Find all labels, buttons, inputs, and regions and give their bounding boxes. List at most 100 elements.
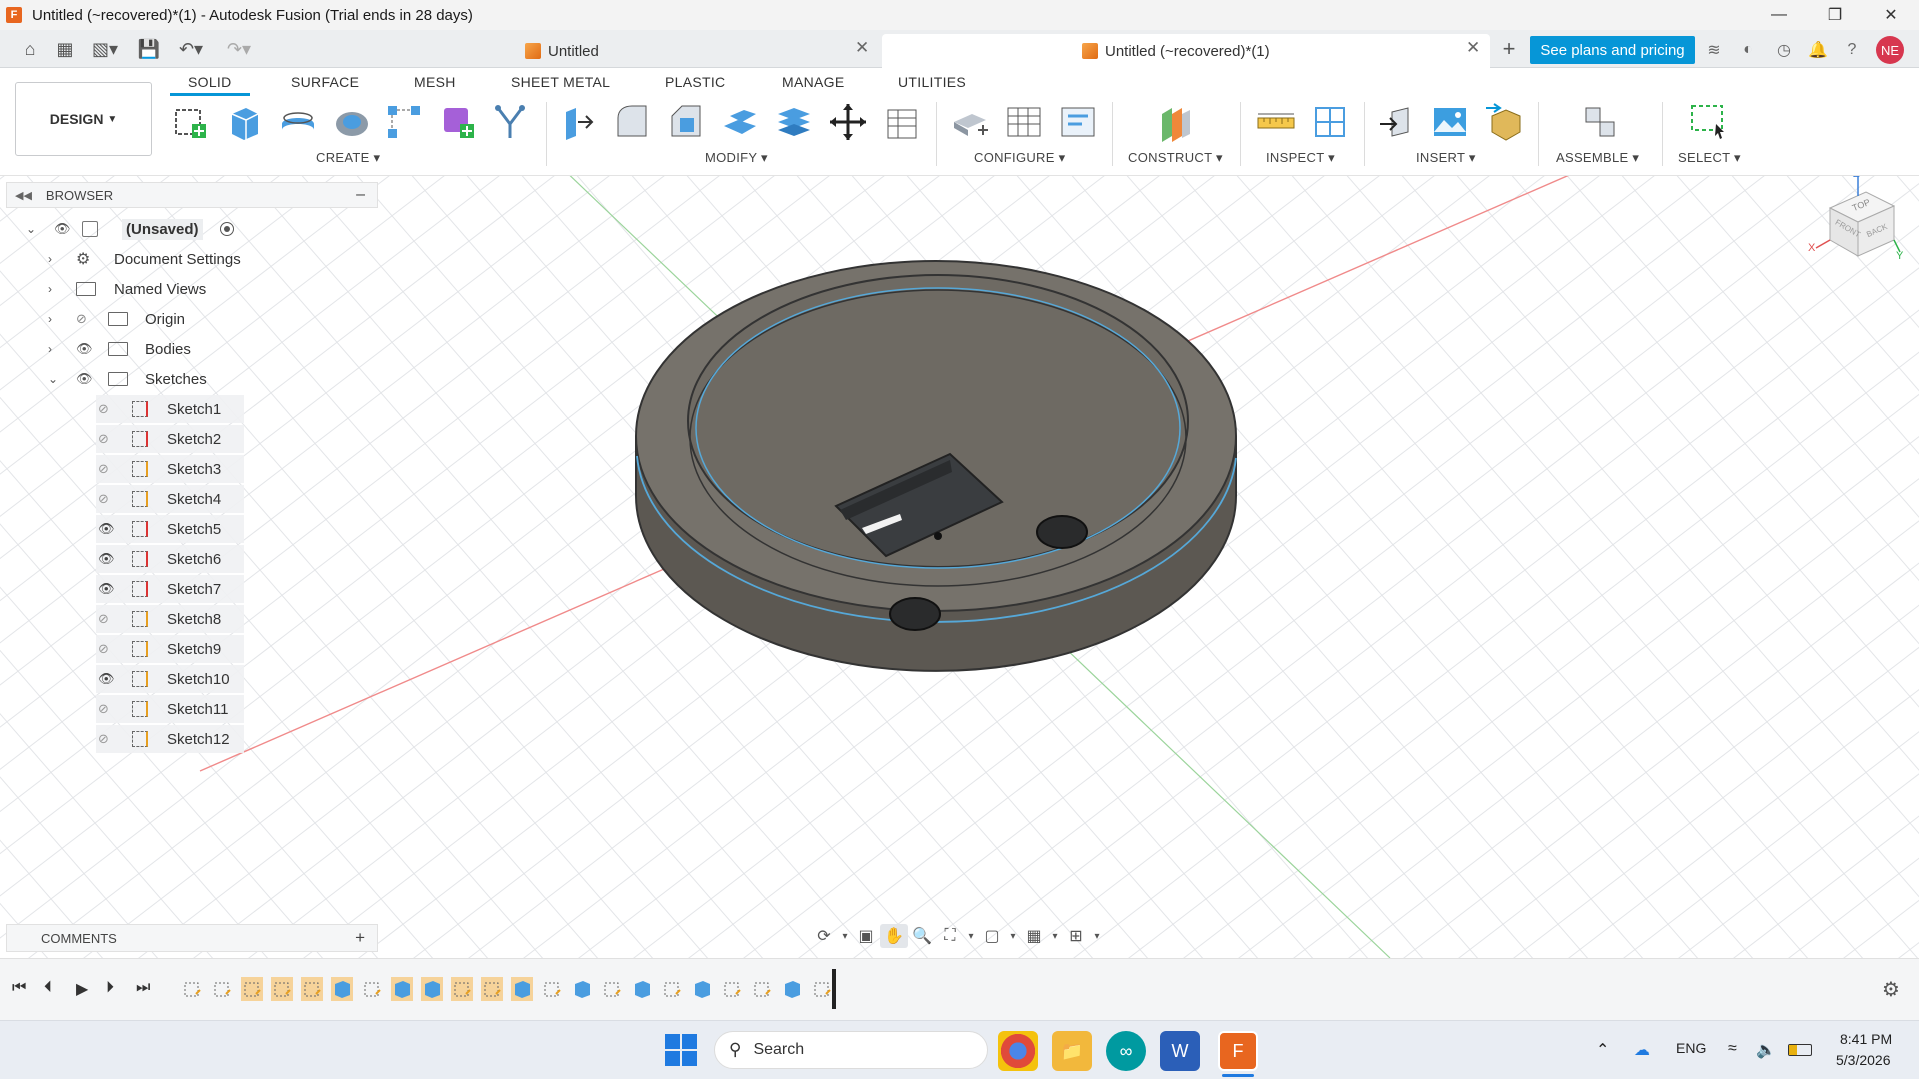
apps-grid-icon[interactable]: ▦ [53,38,77,60]
eye-icon[interactable]: 👁 [54,221,71,237]
timeline-extrude-feature[interactable] [631,977,653,1001]
taskbar-search-box[interactable]: ⚲ Search [714,1031,988,1069]
tree-root[interactable]: ⌄ 👁 (Unsaved) [6,216,378,242]
fillet-icon[interactable] [612,102,652,142]
configuration-rules-icon[interactable] [1058,102,1098,142]
timeline-marker[interactable] [832,969,836,1009]
chevron-right-icon[interactable]: › [48,252,52,266]
see-plans-button[interactable]: See plans and pricing [1530,36,1695,64]
insert-derive-icon[interactable] [1378,102,1418,142]
timeline-extrude-feature[interactable] [691,977,713,1001]
eye-hidden-icon[interactable]: ⊘ [98,611,109,627]
tree-item-sketch[interactable]: ⊘ Sketch3 [6,455,378,483]
tab-solid[interactable]: SOLID [170,74,249,96]
tab-untitled-recovered[interactable]: Untitled (~recovered)*(1) [882,34,1490,68]
timeline-sketch-feature[interactable] [481,977,503,1001]
move-copy-icon[interactable] [828,102,868,142]
chevron-down-icon[interactable]: ▾ [1006,924,1020,948]
language-indicator[interactable]: ENG [1676,1040,1706,1056]
construct-group-label[interactable]: CONSTRUCT ▾ [1128,150,1223,166]
eye-hidden-icon[interactable]: ⊘ [98,461,109,477]
insert-canvas-icon[interactable] [1430,102,1470,142]
tab-sheet-metal[interactable]: SHEET METAL [511,74,610,90]
tree-item-sketch[interactable]: ⊘ Sketch11 [6,695,378,723]
timeline-extrude-feature[interactable] [511,977,533,1001]
chevron-down-icon[interactable]: ⌄ [48,372,58,386]
add-comment-plus-icon[interactable]: + [355,928,365,948]
go-to-end-icon[interactable]: ⏭ [136,979,150,997]
eye-hidden-icon[interactable]: ⊘ [98,701,109,717]
chevron-right-icon[interactable]: › [48,312,52,326]
interference-icon[interactable] [1310,102,1350,142]
chevron-right-icon[interactable]: › [48,342,52,356]
modify-group-label[interactable]: MODIFY ▾ [705,150,768,166]
timeline-sketch-feature[interactable] [241,977,263,1001]
timeline-extrude-feature[interactable] [391,977,413,1001]
timeline-sketch-feature[interactable] [811,977,833,1001]
recent-history-icon[interactable]: ◷ [1772,38,1796,62]
eye-icon[interactable]: 👁 [98,671,115,687]
file-explorer-icon[interactable]: 📁 [1052,1031,1092,1071]
tab-manage[interactable]: MANAGE [782,74,844,90]
eye-hidden-icon[interactable]: ⊘ [98,491,109,507]
job-status-icon[interactable]: ◐ [1736,38,1760,62]
collapse-panel-icon[interactable]: ◀◀ [15,189,32,202]
parameters-table-icon[interactable] [882,102,922,142]
eye-hidden-icon[interactable]: ⊘ [98,641,109,657]
tree-item-sketches[interactable]: ⌄ 👁 Sketches [6,366,378,392]
tree-item-sketch[interactable]: 👁 Sketch10 [6,665,378,693]
timeline-extrude-feature[interactable] [421,977,443,1001]
close-tab-icon[interactable]: ✕ [855,38,869,58]
eye-hidden-icon[interactable]: ⊘ [98,731,109,747]
timeline-settings-gear-icon[interactable]: ⚙ [1882,977,1900,1002]
timeline-sketch-feature[interactable] [751,977,773,1001]
clock-time[interactable]: 8:41 PM [1840,1031,1892,1047]
tree-item-sketch[interactable]: ⊘ Sketch1 [6,395,378,423]
minimize-panel-icon[interactable]: – [356,186,365,204]
combine-icon[interactable] [774,102,814,142]
timeline-sketch-feature[interactable] [661,977,683,1001]
undo-icon[interactable]: ↶▾ [174,38,208,60]
tab-surface[interactable]: SURFACE [291,74,359,90]
timeline-sketch-feature[interactable] [601,977,623,1001]
fit-icon[interactable]: ⛶ [936,924,964,948]
step-forward-icon[interactable]: ⏵ [106,979,114,997]
view-cube[interactable]: Z X Y TOP FRONT BACK [1808,176,1908,270]
tree-item-named-views[interactable]: › Named Views [6,276,378,302]
zoom-icon[interactable]: 🔍 [908,924,936,948]
workspace-switcher-button[interactable]: DESIGN ▼ [15,82,152,156]
notifications-bell-icon[interactable]: 🔔 [1806,38,1830,62]
timeline-sketch-feature[interactable] [451,977,473,1001]
tree-item-sketch[interactable]: ⊘ Sketch12 [6,725,378,753]
minimize-button[interactable]: — [1751,0,1807,30]
eye-icon[interactable]: 👁 [76,371,93,387]
grid-settings-icon[interactable]: ▦ [1020,924,1048,948]
tree-item-sketch[interactable]: 👁 Sketch7 [6,575,378,603]
create-sketch-icon[interactable] [170,102,210,142]
arduino-icon[interactable]: ∞ [1106,1031,1146,1071]
press-pull-icon[interactable] [558,102,598,142]
chrome-icon[interactable] [998,1031,1038,1071]
revolve-icon[interactable] [278,102,318,142]
configure-design-icon[interactable] [950,102,990,142]
volume-icon[interactable]: 🔈 [1756,1040,1776,1060]
insert-mesh-icon[interactable] [1484,102,1524,142]
eye-hidden-icon[interactable]: ⊘ [76,311,87,327]
tree-item-origin[interactable]: › ⊘ Origin [6,306,378,332]
redo-icon[interactable]: ↷▾ [222,38,256,60]
tree-item-sketch[interactable]: 👁 Sketch6 [6,545,378,573]
activate-radio-icon[interactable] [220,222,234,236]
timeline-sketch-feature[interactable] [541,977,563,1001]
browser-panel-header[interactable]: ◀◀ BROWSER – [6,182,378,208]
viewports-icon[interactable]: ⊞ [1062,924,1090,948]
extrude-icon[interactable] [224,102,264,142]
chevron-right-icon[interactable]: › [48,282,52,296]
extensions-icon[interactable]: ≋ [1702,38,1726,62]
fusion-taskbar-icon[interactable]: F [1218,1031,1258,1071]
tab-untitled[interactable]: Untitled [525,34,865,68]
save-icon[interactable]: 💾 [137,38,161,60]
tree-item-sketch[interactable]: ⊘ Sketch8 [6,605,378,633]
eye-hidden-icon[interactable]: ⊘ [98,431,109,447]
tab-utilities[interactable]: UTILITIES [898,74,966,90]
offset-plane-icon[interactable] [1156,102,1196,142]
